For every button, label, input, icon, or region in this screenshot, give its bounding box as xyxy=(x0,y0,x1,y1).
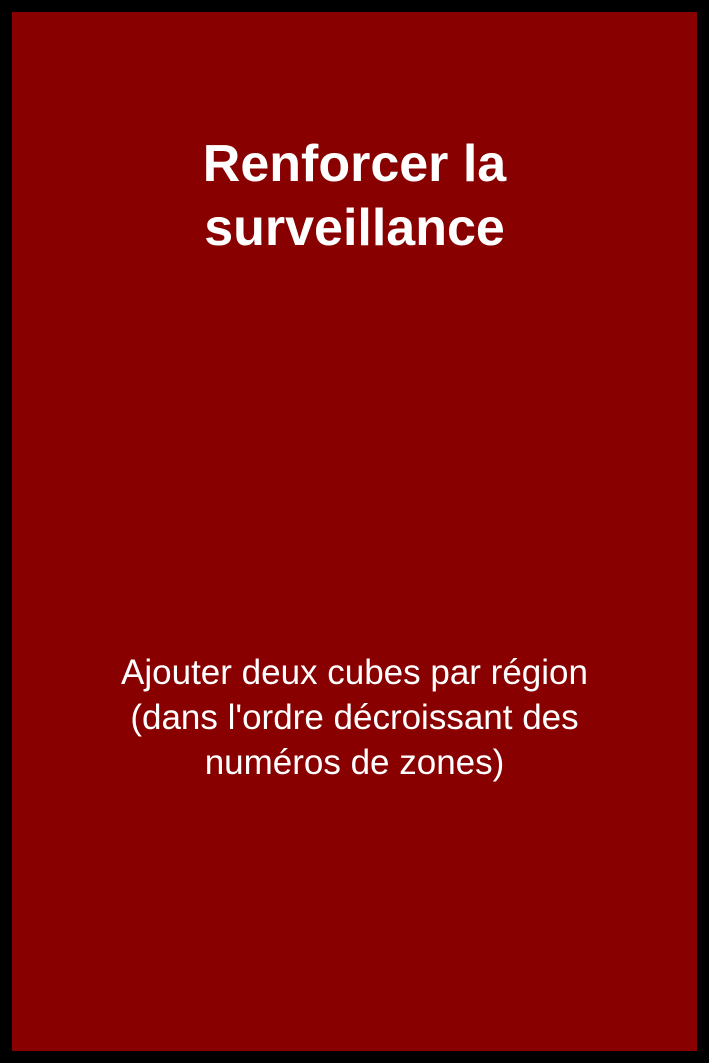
card-title-line: Renforcer la xyxy=(202,135,507,193)
card-title-line: surveillance xyxy=(204,199,505,257)
card-description-line: numéros de zones) xyxy=(204,743,505,782)
event-card: Renforcer la surveillance Ajouter deux c… xyxy=(12,12,697,1051)
card-description-line: (dans l'ordre décroissant des xyxy=(130,698,579,737)
card-description: Ajouter deux cubes par région (dans l'or… xyxy=(12,650,697,785)
card-description-line: Ajouter deux cubes par région xyxy=(121,653,588,692)
card-title: Renforcer la surveillance xyxy=(12,132,697,260)
